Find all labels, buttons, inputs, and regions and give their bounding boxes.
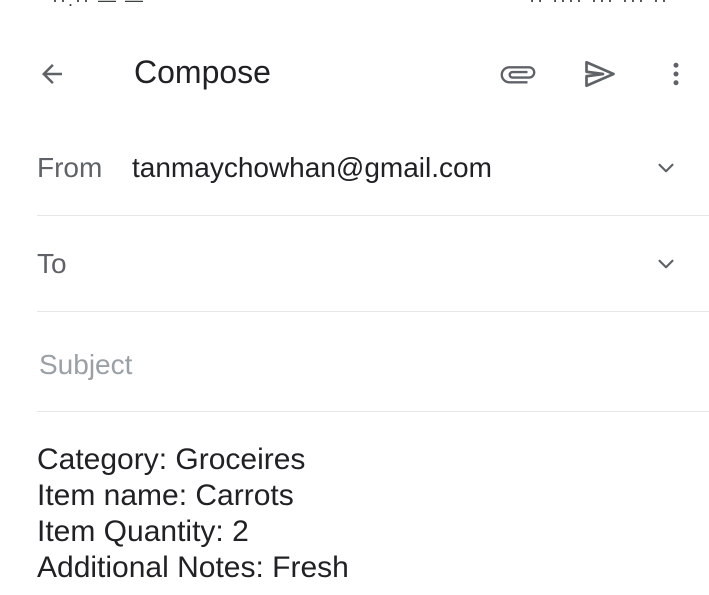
page-title: Compose (134, 54, 271, 90)
to-expand-button[interactable] (644, 242, 688, 286)
back-button[interactable] (30, 52, 74, 96)
body-line: Additional Notes: Fresh (37, 551, 349, 584)
from-row: From tanmaychowhan@gmail.com (0, 120, 709, 216)
attach-button[interactable] (496, 52, 540, 96)
status-bar-right: ·· ···· ··· ··· ·· (529, 0, 669, 10)
paperclip-icon (500, 66, 536, 84)
from-label: From (37, 152, 103, 183)
status-bar-left: ··:·· — — (52, 0, 145, 10)
subject-field[interactable] (37, 338, 661, 392)
send-icon (585, 60, 615, 88)
more-vert-icon (673, 62, 679, 86)
body-line: Category: Groceires (37, 443, 306, 476)
divider (37, 311, 709, 312)
to-field[interactable] (132, 238, 616, 292)
arrow-back-icon (42, 64, 62, 84)
body-line: Item name: Carrots (37, 479, 294, 512)
more-options-button[interactable] (654, 52, 698, 96)
from-account-field[interactable]: tanmaychowhan@gmail.com (132, 150, 492, 186)
compose-toolbar: Compose (0, 30, 709, 114)
to-row: To (0, 216, 709, 312)
status-bar: ··:·· — — ·· ···· ··· ··· ·· (0, 0, 709, 22)
compose-body[interactable]: Category: Groceires Item name: Carrots I… (37, 442, 677, 586)
chevron-down-icon (658, 259, 674, 269)
send-button[interactable] (578, 52, 622, 96)
to-label: To (37, 248, 67, 279)
subject-row (0, 314, 709, 412)
chevron-down-icon (658, 163, 674, 173)
from-expand-button[interactable] (644, 146, 688, 190)
body-line: Item Quantity: 2 (37, 515, 249, 548)
divider (37, 411, 709, 412)
